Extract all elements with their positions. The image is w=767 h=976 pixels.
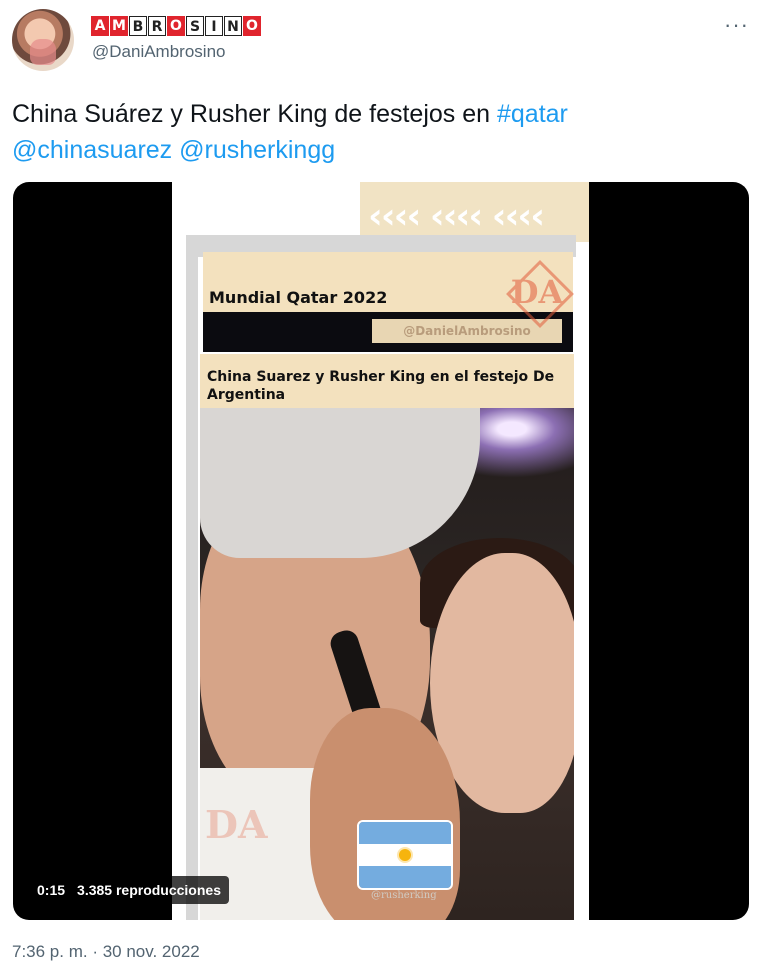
tweet-text: China Suárez y Rusher King de festejos e… xyxy=(12,96,752,168)
frame-border xyxy=(186,235,198,920)
video-watermark: @rusherking xyxy=(371,890,437,901)
hashtag-link[interactable]: #qatar xyxy=(497,100,568,128)
name-letter: M xyxy=(110,16,128,36)
more-options-icon[interactable]: ··· xyxy=(724,12,749,38)
video-meta: 0:15 3.385 reproducciones xyxy=(29,876,229,904)
video-frame: ‹‹‹‹ ‹‹‹‹ ‹‹‹‹ Mundial Qatar 2022 @Danie… xyxy=(172,182,589,920)
overlay-title: Mundial Qatar 2022 xyxy=(209,288,388,307)
author-handle[interactable]: @DaniAmbrosino xyxy=(92,42,225,62)
name-letter: N xyxy=(224,16,242,36)
chevrons-left-icon: ‹‹‹‹ ‹‹‹‹ ‹‹‹‹ xyxy=(368,196,545,237)
da-logo-icon: DA xyxy=(502,260,572,324)
mention-link[interactable]: @rusherkingg xyxy=(179,136,335,164)
mention-link[interactable]: @chinasuarez xyxy=(12,136,172,164)
overlay-caption: China Suarez y Rusher King en el festejo… xyxy=(207,369,555,403)
tweet-body: China Suárez y Rusher King de festejos e… xyxy=(12,100,497,128)
argentina-flag-icon xyxy=(357,820,453,890)
da-watermark-icon: DA xyxy=(205,802,268,847)
sun-of-may-icon xyxy=(399,848,411,861)
name-letter: I xyxy=(205,16,223,36)
author-display-name[interactable]: A M B R O S I N O xyxy=(91,16,261,36)
white-cap xyxy=(200,408,480,558)
video-duration: 0:15 xyxy=(37,882,66,898)
name-letter: O xyxy=(243,16,261,36)
name-letter: R xyxy=(148,16,166,36)
name-letter: A xyxy=(91,16,109,36)
author-avatar[interactable] xyxy=(12,9,74,71)
video-player[interactable]: ‹‹‹‹ ‹‹‹‹ ‹‹‹‹ Mundial Qatar 2022 @Danie… xyxy=(13,182,749,920)
video-content: DA @rusherking xyxy=(200,408,574,920)
name-letter: B xyxy=(129,16,147,36)
tweet-timestamp[interactable]: 7:36 p. m. · 30 nov. 2022 xyxy=(12,942,200,962)
video-views: 3.385 reproducciones xyxy=(77,882,221,898)
name-letter: S xyxy=(186,16,204,36)
name-letter: O xyxy=(167,16,185,36)
